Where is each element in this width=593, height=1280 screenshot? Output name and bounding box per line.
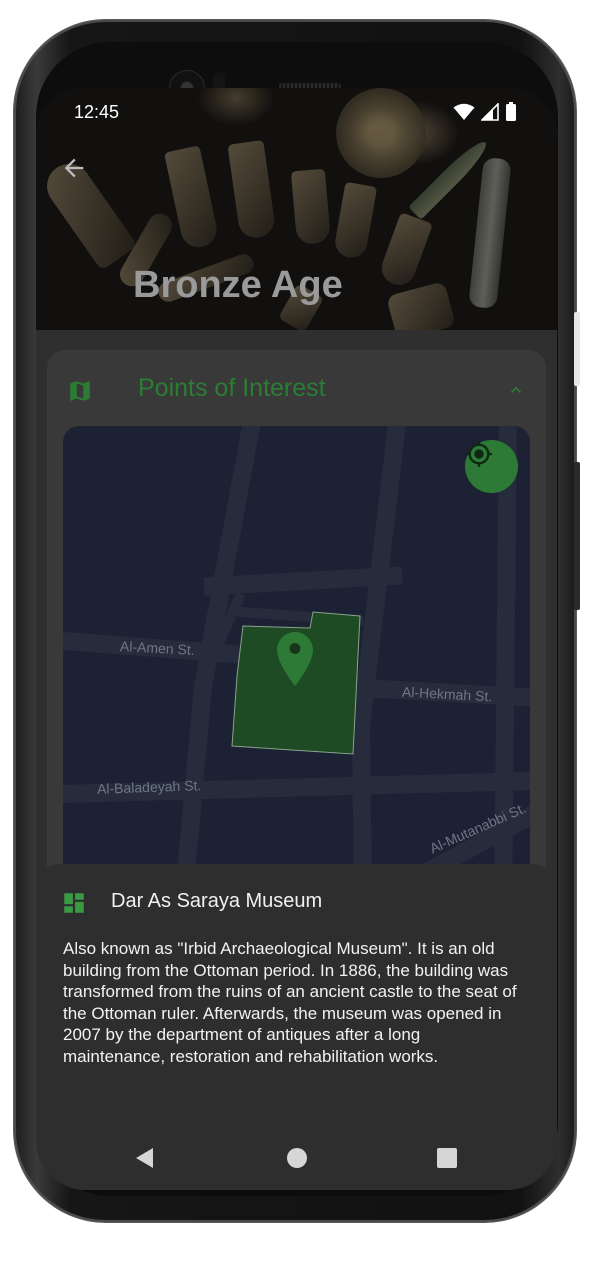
card-title: Points of Interest (138, 374, 326, 402)
my-location-button[interactable] (465, 440, 518, 493)
nav-home-icon[interactable] (285, 1146, 309, 1170)
card-header[interactable]: Points of Interest (47, 350, 546, 426)
my-location-icon (466, 441, 492, 467)
app-screen: 12:45 Bronze Age Points of Interest Al-A… (36, 88, 557, 1190)
points-of-interest-card: Points of Interest Al-Amen St. Al-Hekmah… (47, 350, 546, 950)
nav-back-icon[interactable] (133, 1146, 157, 1170)
power-button (574, 462, 580, 610)
status-bar: 12:45 (36, 88, 557, 138)
place-description: Also known as "Irbid Archaeological Muse… (63, 939, 517, 1066)
dashboard-icon (64, 893, 84, 913)
volume-button (574, 312, 580, 386)
map-view[interactable]: Al-Amen St. Al-Hekmah St. Al-Baladeyah S… (63, 426, 530, 896)
status-icons (453, 102, 517, 122)
cell-signal-icon (481, 103, 499, 121)
chevron-up-icon[interactable] (506, 380, 526, 400)
status-time: 12:45 (74, 102, 120, 122)
place-name: Dar As Saraya Museum (111, 890, 323, 912)
map-icon (70, 381, 90, 401)
nav-recents-icon[interactable] (435, 1146, 459, 1170)
battery-icon (506, 102, 516, 121)
page-title: Bronze Age (133, 264, 343, 306)
wifi-icon (453, 103, 475, 120)
map-pin-icon[interactable] (277, 632, 313, 686)
back-arrow-icon[interactable] (60, 154, 88, 182)
system-nav-bar (36, 1128, 557, 1188)
